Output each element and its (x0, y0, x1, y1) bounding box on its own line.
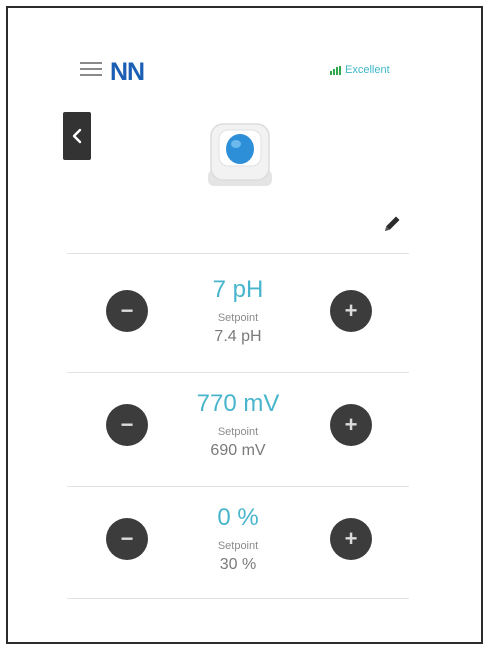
divider (67, 598, 409, 599)
decrease-button[interactable]: − (106, 518, 148, 560)
app-logo: NN (110, 58, 145, 86)
setpoint-value: 690 mV (210, 442, 266, 459)
decrease-button[interactable]: − (106, 290, 148, 332)
increase-button[interactable]: + (330, 518, 372, 560)
setpoint-value: 7.4 pH (214, 328, 262, 345)
back-button[interactable] (63, 112, 91, 160)
setpoint-label: Setpoint (217, 312, 259, 324)
divider (67, 372, 409, 373)
control-row-ph: − 7 pH Setpoint 7.4 pH + (67, 262, 409, 374)
signal-icon (330, 65, 341, 75)
setpoint-label: Setpoint (217, 426, 259, 438)
chevron-left-icon (72, 128, 82, 144)
increase-button[interactable]: + (330, 290, 372, 332)
hamburger-menu-icon[interactable] (80, 61, 102, 77)
setpoint-label: Setpoint (217, 540, 259, 552)
decrease-button[interactable]: − (106, 404, 148, 446)
current-value: 7 pH (212, 276, 264, 303)
connection-status-text: Excellent (345, 64, 390, 76)
divider (67, 486, 409, 487)
increase-button[interactable]: + (330, 404, 372, 446)
current-value: 770 mV (196, 390, 280, 417)
edit-pencil-icon[interactable] (380, 212, 404, 236)
connection-status: Excellent (330, 64, 390, 76)
current-value: 0 % (217, 504, 259, 531)
setpoint-value: 30 % (219, 556, 257, 573)
control-row-mv: − 770 mV Setpoint 690 mV + (67, 376, 409, 488)
control-row-percent: − 0 % Setpoint 30 % + (67, 490, 409, 602)
device-image (205, 118, 275, 190)
divider (67, 253, 409, 254)
